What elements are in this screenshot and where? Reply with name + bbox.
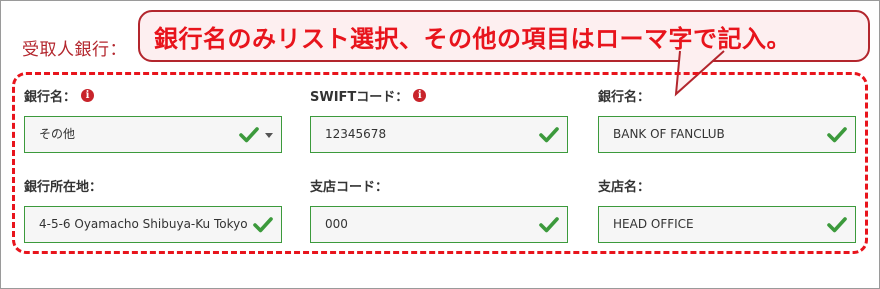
field-label: 銀行所在地：	[24, 179, 103, 195]
check-icon	[539, 217, 559, 233]
field-label: 銀行名：	[598, 89, 651, 105]
info-icon[interactable]: i	[413, 88, 427, 102]
bank-name-input[interactable]: BANK OF FANCLUB	[598, 116, 856, 153]
input-value: HEAD OFFICE	[613, 217, 694, 231]
caret-down-icon[interactable]	[265, 133, 273, 138]
field-bank-name-select: 銀行名： i その他	[24, 86, 282, 153]
input-value: 12345678	[325, 127, 387, 141]
field-label: SWIFTコード： i	[310, 86, 568, 105]
callout-text: 銀行名のみリスト選択、その他の項目はローマ字で記入。	[154, 25, 791, 53]
branch-name-input[interactable]: HEAD OFFICE	[598, 206, 856, 243]
select-value: その他	[39, 127, 76, 141]
input-value: 4-5-6 Oyamacho Shibuya-Ku Tokyo	[39, 217, 248, 231]
input-value: BANK OF FANCLUB	[613, 127, 725, 141]
input-value: 000	[325, 217, 348, 231]
annotation-callout: 銀行名のみリスト選択、その他の項目はローマ字で記入。	[138, 10, 870, 62]
check-icon	[827, 127, 847, 143]
field-bank-name: 銀行名： BANK OF FANCLUB	[598, 86, 856, 153]
section-title: 受取人銀行：	[22, 40, 127, 60]
field-bank-address: 銀行所在地： 4-5-6 Oyamacho Shibuya-Ku Tokyo	[24, 176, 282, 243]
field-branch-code: 支店コード： 000	[310, 176, 568, 243]
swift-code-input[interactable]: 12345678	[310, 116, 568, 153]
check-icon	[827, 217, 847, 233]
field-label: 銀行名： i	[24, 86, 282, 105]
field-label: 支店名：	[598, 179, 651, 195]
branch-code-input[interactable]: 000	[310, 206, 568, 243]
check-icon	[539, 127, 559, 143]
bank-address-input[interactable]: 4-5-6 Oyamacho Shibuya-Ku Tokyo	[24, 206, 282, 243]
check-icon	[239, 127, 259, 143]
field-label: 支店コード：	[310, 179, 389, 195]
field-branch-name: 支店名： HEAD OFFICE	[598, 176, 856, 243]
info-icon[interactable]: i	[81, 88, 95, 102]
check-icon	[253, 217, 273, 233]
field-swift-code: SWIFTコード： i 12345678	[310, 86, 568, 153]
bank-name-select[interactable]: その他	[24, 116, 282, 153]
